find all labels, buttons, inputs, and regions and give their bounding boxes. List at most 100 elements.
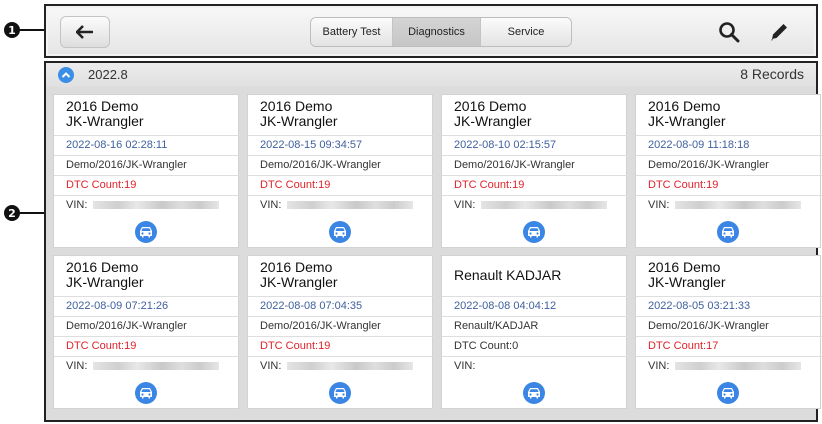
car-button[interactable] bbox=[135, 221, 157, 243]
vin-label: VIN: bbox=[454, 360, 476, 372]
edit-button[interactable] bbox=[766, 19, 792, 45]
vin-label: VIN: bbox=[66, 199, 88, 211]
dtc-count: DTC Count:19 bbox=[248, 175, 434, 195]
car-icon bbox=[722, 388, 734, 399]
vin-redacted bbox=[93, 201, 220, 210]
dtc-count: DTC Count:19 bbox=[636, 175, 822, 195]
vin-redacted bbox=[675, 201, 802, 210]
dtc-count: DTC Count:0 bbox=[442, 336, 628, 356]
callout-2-badge: 2 bbox=[4, 205, 20, 221]
car-button[interactable] bbox=[523, 382, 545, 404]
edit-icon bbox=[771, 24, 787, 41]
vin-row: VIN: bbox=[636, 195, 822, 215]
vin-redacted bbox=[287, 201, 414, 210]
car-icon bbox=[334, 388, 346, 399]
record-card[interactable]: 2016 Demo JK-Wrangler 2022-08-09 07:21:2… bbox=[53, 255, 240, 409]
vin-row: VIN: bbox=[248, 356, 434, 376]
vin-row: VIN: bbox=[442, 195, 628, 215]
record-count: 8 Records bbox=[740, 66, 804, 82]
vin-row: VIN: bbox=[442, 356, 628, 376]
vin-redacted bbox=[481, 201, 608, 210]
vin-row: VIN: bbox=[54, 195, 240, 215]
car-button[interactable] bbox=[135, 382, 157, 404]
history-panel: 2022.8 8 Records 2016 Demo JK-Wrangler 2… bbox=[44, 61, 822, 422]
callout-2-line bbox=[20, 212, 44, 214]
car-icon bbox=[334, 227, 346, 238]
vin-row: VIN: bbox=[248, 195, 434, 215]
vehicle-path: Demo/2016/JK-Wrangler bbox=[248, 155, 434, 175]
vehicle-title: 2016 Demo JK-Wrangler bbox=[260, 259, 338, 290]
vehicle-path: Demo/2016/JK-Wrangler bbox=[248, 316, 434, 336]
tab-battery-test[interactable]: Battery Test bbox=[311, 18, 393, 46]
record-date: 2022-08-08 04:04:12 bbox=[442, 296, 628, 316]
dtc-count: DTC Count:19 bbox=[442, 175, 628, 195]
collapse-icon[interactable] bbox=[58, 67, 74, 83]
vehicle-path: Demo/2016/JK-Wrangler bbox=[636, 155, 822, 175]
record-card[interactable]: 2016 Demo JK-Wrangler 2022-08-16 02:28:1… bbox=[53, 94, 240, 248]
vin-redacted bbox=[93, 362, 220, 371]
car-button[interactable] bbox=[717, 221, 739, 243]
dtc-count: DTC Count:19 bbox=[54, 175, 240, 195]
callout-1-badge: 1 bbox=[4, 22, 20, 38]
record-date: 2022-08-10 02:15:57 bbox=[442, 135, 628, 155]
car-icon bbox=[528, 227, 540, 238]
tab-diagnostics[interactable]: Diagnostics bbox=[393, 18, 481, 46]
search-button[interactable] bbox=[716, 19, 742, 45]
tab-service[interactable]: Service bbox=[481, 18, 571, 46]
vin-redacted bbox=[675, 362, 802, 371]
car-icon bbox=[528, 388, 540, 399]
record-card[interactable]: 2016 Demo JK-Wrangler 2022-08-08 07:04:3… bbox=[247, 255, 434, 409]
record-card[interactable]: 2016 Demo JK-Wrangler 2022-08-09 11:18:1… bbox=[635, 94, 822, 248]
vin-label: VIN: bbox=[260, 199, 282, 211]
vehicle-path: Demo/2016/JK-Wrangler bbox=[636, 316, 822, 336]
record-date: 2022-08-16 02:28:11 bbox=[54, 135, 240, 155]
vin-label: VIN: bbox=[648, 199, 670, 211]
car-button[interactable] bbox=[329, 382, 351, 404]
record-date: 2022-08-09 11:18:18 bbox=[636, 135, 822, 155]
back-arrow-icon bbox=[76, 25, 93, 39]
vin-row: VIN: bbox=[636, 356, 822, 376]
record-card[interactable]: 2016 Demo JK-Wrangler 2022-08-05 03:21:3… bbox=[635, 255, 822, 409]
vehicle-path: Demo/2016/JK-Wrangler bbox=[442, 155, 628, 175]
vehicle-path: Demo/2016/JK-Wrangler bbox=[54, 316, 240, 336]
vehicle-path: Demo/2016/JK-Wrangler bbox=[54, 155, 240, 175]
vehicle-title: 2016 Demo JK-Wrangler bbox=[454, 98, 532, 129]
car-icon bbox=[140, 227, 152, 238]
dtc-count: DTC Count:19 bbox=[248, 336, 434, 356]
vin-label: VIN: bbox=[454, 199, 476, 211]
vin-row: VIN: bbox=[54, 356, 240, 376]
record-date: 2022-08-09 07:21:26 bbox=[54, 296, 240, 316]
dtc-count: DTC Count:19 bbox=[54, 336, 240, 356]
car-button[interactable] bbox=[329, 221, 351, 243]
back-button[interactable] bbox=[60, 16, 110, 48]
record-date: 2022-08-05 03:21:33 bbox=[636, 296, 822, 316]
vin-label: VIN: bbox=[66, 360, 88, 372]
vehicle-path: Renault/KADJAR bbox=[442, 316, 628, 336]
record-date: 2022-08-15 09:34:57 bbox=[248, 135, 434, 155]
function-tabs: Battery Test Diagnostics Service bbox=[310, 17, 572, 47]
vehicle-title: 2016 Demo JK-Wrangler bbox=[260, 98, 338, 129]
record-card[interactable]: 2016 Demo JK-Wrangler 2022-08-10 02:15:5… bbox=[441, 94, 628, 248]
car-icon bbox=[722, 227, 734, 238]
vehicle-title: 2016 Demo JK-Wrangler bbox=[648, 259, 726, 290]
car-icon bbox=[140, 388, 152, 399]
group-date: 2022.8 bbox=[88, 67, 128, 82]
car-button[interactable] bbox=[717, 382, 739, 404]
vehicle-title: 2016 Demo JK-Wrangler bbox=[66, 98, 144, 129]
vehicle-title: 2016 Demo JK-Wrangler bbox=[66, 259, 144, 290]
vin-label: VIN: bbox=[260, 360, 282, 372]
group-header[interactable]: 2022.8 8 Records bbox=[46, 63, 816, 87]
callout-1-line bbox=[20, 29, 44, 31]
search-icon bbox=[719, 22, 740, 43]
toolbar: Battery Test Diagnostics Service bbox=[48, 8, 814, 54]
record-date: 2022-08-08 07:04:35 bbox=[248, 296, 434, 316]
vin-label: VIN: bbox=[648, 360, 670, 372]
car-button[interactable] bbox=[523, 221, 545, 243]
chevron-up-icon bbox=[61, 72, 71, 78]
toolbar-frame: Battery Test Diagnostics Service bbox=[44, 4, 818, 58]
dtc-count: DTC Count:17 bbox=[636, 336, 822, 356]
record-card[interactable]: 2016 Demo JK-Wrangler 2022-08-15 09:34:5… bbox=[247, 94, 434, 248]
vehicle-title: 2016 Demo JK-Wrangler bbox=[648, 98, 726, 129]
vin-redacted bbox=[287, 362, 414, 371]
record-card[interactable]: Renault KADJAR 2022-08-08 04:04:12 Renau… bbox=[441, 255, 628, 409]
